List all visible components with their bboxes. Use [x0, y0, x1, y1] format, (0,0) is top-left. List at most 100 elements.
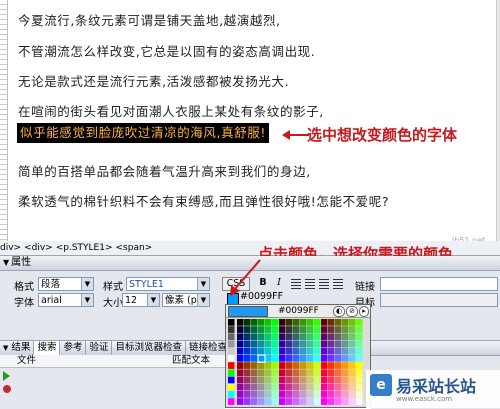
tab-validation[interactable]: 验证 — [86, 341, 113, 355]
color-swatch[interactable] — [265, 319, 272, 326]
color-wheel-icon[interactable]: ◐ — [333, 306, 345, 317]
color-swatch[interactable] — [314, 391, 321, 398]
unit-select[interactable]: 像素 (px) ▼ — [162, 293, 210, 307]
text-line[interactable]: 不管潮流怎么样改变,它总是以固有的姿态高调出现. — [18, 41, 315, 60]
color-swatch[interactable] — [286, 376, 293, 384]
color-swatch[interactable] — [328, 391, 335, 398]
color-swatch[interactable] — [335, 383, 342, 391]
color-swatch[interactable] — [279, 333, 286, 341]
color-swatch[interactable] — [342, 369, 349, 377]
color-swatch[interactable] — [265, 362, 272, 369]
tab-reference[interactable]: 参考 — [60, 341, 87, 355]
color-swatch[interactable] — [342, 383, 349, 391]
format-select[interactable]: 段落 ▼ — [38, 277, 94, 291]
color-swatch[interactable] — [328, 398, 335, 405]
color-swatch[interactable] — [265, 398, 272, 405]
color-picker[interactable]: #0099FF ◐ ⊘ ▸ — [225, 304, 371, 408]
italic-button[interactable]: I — [272, 277, 286, 291]
color-swatch[interactable] — [328, 369, 335, 377]
color-swatch[interactable] — [321, 369, 328, 377]
text-line[interactable]: 柔软透气的棉针织料不会有束缚感,而且弹性很好哦!怎能不爱呢? — [18, 191, 389, 210]
color-swatch[interactable] — [251, 376, 258, 384]
color-swatch[interactable] — [300, 347, 307, 355]
color-swatch[interactable] — [286, 319, 293, 326]
tab-search[interactable]: 搜索 — [34, 341, 61, 355]
color-swatch[interactable] — [228, 319, 235, 326]
color-swatch[interactable] — [244, 376, 251, 384]
color-swatch[interactable] — [335, 376, 342, 384]
color-swatch[interactable] — [228, 362, 235, 369]
color-swatch[interactable] — [335, 355, 342, 362]
color-swatch[interactable] — [342, 333, 349, 341]
color-swatch[interactable] — [272, 340, 279, 348]
color-swatch[interactable] — [272, 369, 279, 377]
color-swatch[interactable] — [349, 398, 356, 405]
color-swatch[interactable] — [251, 319, 258, 326]
color-swatch[interactable] — [279, 398, 286, 405]
color-swatch[interactable] — [286, 326, 293, 333]
color-swatch[interactable] — [349, 391, 356, 398]
color-swatch[interactable] — [228, 347, 235, 355]
tab-browser-check[interactable]: 目标浏览器检查 — [112, 341, 186, 355]
justify-icon[interactable] — [333, 279, 343, 289]
color-swatch[interactable] — [293, 362, 300, 369]
color-swatch[interactable] — [265, 391, 272, 398]
color-swatch[interactable] — [342, 355, 349, 362]
color-swatch[interactable] — [335, 398, 342, 405]
color-swatch[interactable] — [258, 347, 265, 355]
design-view[interactable]: 今夏流行,条纹元素可谓是铺天盖地,越演越烈, 不管潮流怎么样改变,它总是以固有的… — [0, 0, 500, 245]
color-swatch[interactable] — [244, 369, 251, 377]
text-line[interactable]: 在喧闹的街头看见对面潮人衣服上某处有条纹的影子, — [18, 101, 324, 120]
color-swatch[interactable] — [307, 383, 314, 391]
color-swatch[interactable] — [293, 369, 300, 377]
collapse-icon[interactable]: ▼ — [3, 258, 9, 267]
color-swatch[interactable] — [228, 326, 235, 333]
color-swatch[interactable] — [300, 333, 307, 341]
color-swatch[interactable] — [335, 333, 342, 341]
tag-div[interactable]: div> — [0, 243, 21, 253]
color-swatch[interactable] — [286, 369, 293, 377]
color-swatch[interactable] — [237, 362, 244, 369]
color-swatch[interactable] — [307, 333, 314, 341]
color-swatch[interactable] — [237, 376, 244, 384]
align-left-icon[interactable] — [291, 279, 301, 289]
color-swatch[interactable] — [265, 326, 272, 333]
color-swatch[interactable] — [356, 398, 363, 405]
color-swatch[interactable] — [328, 355, 335, 362]
color-swatch[interactable] — [335, 369, 342, 377]
no-color-icon[interactable]: ⊘ — [346, 306, 358, 317]
color-swatch[interactable] — [251, 326, 258, 333]
color-swatch[interactable] — [300, 340, 307, 348]
color-swatch[interactable] — [293, 398, 300, 405]
color-swatch[interactable] — [314, 340, 321, 348]
color-swatch[interactable] — [307, 362, 314, 369]
color-swatch[interactable] — [293, 376, 300, 384]
color-swatch[interactable] — [342, 347, 349, 355]
color-swatch[interactable] — [321, 355, 328, 362]
color-swatch[interactable] — [328, 319, 335, 326]
color-swatch[interactable] — [293, 355, 300, 362]
color-swatch[interactable] — [307, 398, 314, 405]
color-swatch[interactable] — [328, 347, 335, 355]
color-swatch[interactable] — [228, 391, 235, 398]
color-swatch[interactable] — [279, 369, 286, 377]
palette-menu-icon[interactable]: ▸ — [359, 306, 369, 317]
tag-div[interactable]: <div> — [24, 243, 53, 253]
color-swatch[interactable] — [342, 376, 349, 384]
color-swatch[interactable] — [300, 326, 307, 333]
color-swatch[interactable] — [251, 369, 258, 377]
color-swatch[interactable] — [356, 369, 363, 377]
color-swatch[interactable] — [237, 340, 244, 348]
color-swatch[interactable] — [300, 319, 307, 326]
color-swatch[interactable] — [272, 355, 279, 362]
color-swatch[interactable] — [335, 362, 342, 369]
color-swatch[interactable] — [265, 376, 272, 384]
color-swatch[interactable] — [356, 355, 363, 362]
color-swatch[interactable] — [237, 347, 244, 355]
color-swatch[interactable] — [349, 369, 356, 377]
color-swatch[interactable] — [251, 362, 258, 369]
color-swatch[interactable] — [300, 362, 307, 369]
color-swatch[interactable] — [279, 347, 286, 355]
color-swatch[interactable] — [342, 398, 349, 405]
color-swatch[interactable] — [300, 398, 307, 405]
